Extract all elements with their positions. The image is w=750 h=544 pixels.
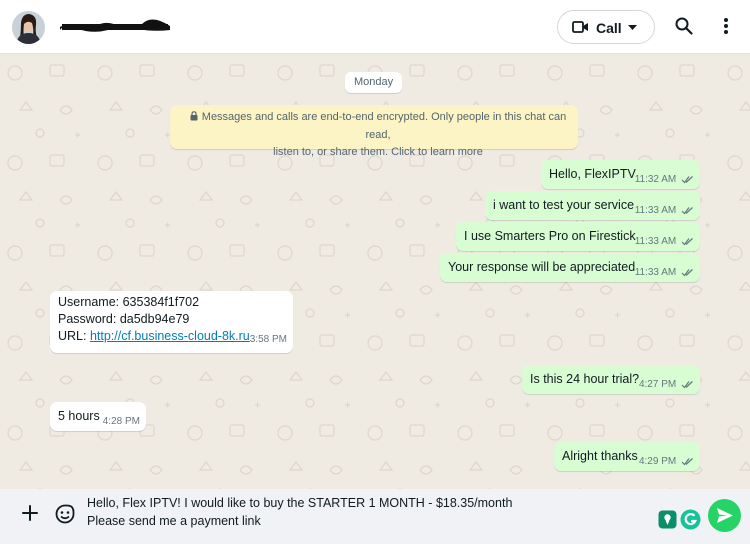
sticker-icon[interactable] bbox=[55, 504, 75, 524]
message-password-line: Password: da5db94e79 bbox=[58, 312, 190, 326]
message-text: Alright thanks bbox=[562, 449, 638, 463]
message-bubble-outgoing[interactable]: I use Smarters Pro on Firestick 11:33 AM bbox=[456, 222, 700, 251]
call-button-label: Call bbox=[596, 20, 622, 36]
message-text: Your response will be appreciated bbox=[448, 260, 636, 274]
message-time: 11:32 AM bbox=[634, 174, 677, 185]
redacted-contact-name bbox=[60, 19, 170, 32]
search-icon[interactable] bbox=[675, 17, 693, 35]
chevron-down-icon bbox=[628, 25, 637, 30]
message-bubble-outgoing[interactable]: Hello, FlexIPTV 11:32 AM bbox=[541, 160, 700, 189]
message-link[interactable]: http://cf.business-cloud-8k.ru bbox=[90, 329, 250, 343]
message-meta: 11:32 AM bbox=[635, 174, 694, 185]
message-time: 4:28 PM bbox=[102, 416, 140, 427]
send-icon bbox=[717, 508, 733, 523]
message-text: i want to test your service bbox=[493, 198, 635, 212]
contact-avatar[interactable] bbox=[12, 11, 45, 44]
message-bubble-outgoing[interactable]: Is this 24 hour trial? 4:27 PM bbox=[522, 365, 700, 394]
chat-header: Call bbox=[0, 0, 750, 54]
encryption-notice[interactable]: Messages and calls are end-to-end encryp… bbox=[170, 105, 578, 158]
message-time: 11:33 AM bbox=[634, 236, 677, 247]
call-button[interactable]: Call bbox=[557, 10, 655, 44]
message-text: 5 hours bbox=[58, 409, 100, 423]
message-bubble-outgoing[interactable]: Your response will be appreciated 11:33 … bbox=[440, 253, 700, 282]
double-check-icon bbox=[681, 207, 693, 215]
message-bubble-incoming[interactable]: 5 hours 4:28 PM bbox=[50, 402, 146, 431]
message-composer: Hello, Flex IPTV! I would like to buy th… bbox=[0, 489, 750, 544]
draft-line2: Please send me a payment link bbox=[87, 514, 261, 528]
message-bubble-outgoing[interactable]: Alright thanks 4:29 PM bbox=[554, 442, 700, 471]
grammarly-icon[interactable] bbox=[680, 509, 701, 530]
message-bubble-incoming[interactable]: Username: 635384f1f702 Password: da5db94… bbox=[50, 291, 293, 353]
message-meta: 11:33 AM bbox=[635, 267, 694, 278]
message-time: 4:27 PM bbox=[638, 379, 677, 390]
date-separator: Monday bbox=[345, 72, 403, 93]
video-camera-icon bbox=[572, 21, 588, 33]
plus-icon[interactable] bbox=[22, 505, 38, 521]
message-time: 4:29 PM bbox=[638, 456, 677, 467]
lock-icon bbox=[190, 111, 198, 121]
message-username-line: Username: 635384f1f702 bbox=[58, 295, 200, 309]
message-meta: 11:33 AM bbox=[635, 236, 694, 247]
message-text: Hello, FlexIPTV bbox=[549, 167, 636, 181]
double-check-icon bbox=[681, 458, 693, 466]
double-check-icon bbox=[681, 176, 693, 184]
chat-area[interactable]: Monday Messages and calls are end-to-end… bbox=[0, 55, 750, 489]
message-meta: 11:33 AM bbox=[635, 205, 694, 216]
send-button[interactable] bbox=[708, 499, 741, 532]
message-meta: 4:29 PM bbox=[639, 456, 694, 467]
url-prefix: URL: bbox=[58, 329, 90, 343]
double-check-icon bbox=[681, 238, 693, 246]
message-bubble-outgoing[interactable]: i want to test your service 11:33 AM bbox=[485, 191, 700, 220]
encryption-notice-line1: Messages and calls are end-to-end encryp… bbox=[201, 111, 567, 141]
message-text: Is this 24 hour trial? bbox=[530, 372, 640, 386]
double-check-icon bbox=[681, 269, 693, 277]
message-input-text[interactable]: Hello, Flex IPTV! I would like to buy th… bbox=[87, 494, 512, 530]
message-time: 11:33 AM bbox=[634, 267, 677, 278]
message-time: 3:58 PM bbox=[249, 334, 287, 345]
encryption-notice-line2: listen to, or share them. Click to learn… bbox=[273, 146, 483, 158]
double-check-icon bbox=[681, 381, 693, 389]
message-meta: 4:27 PM bbox=[639, 379, 694, 390]
draft-line1: Hello, Flex IPTV! I would like to buy th… bbox=[87, 496, 513, 510]
message-text: I use Smarters Pro on Firestick bbox=[464, 229, 636, 243]
message-time: 11:33 AM bbox=[634, 205, 677, 216]
more-vert-icon[interactable] bbox=[723, 17, 729, 35]
extension-icon[interactable] bbox=[658, 510, 677, 529]
